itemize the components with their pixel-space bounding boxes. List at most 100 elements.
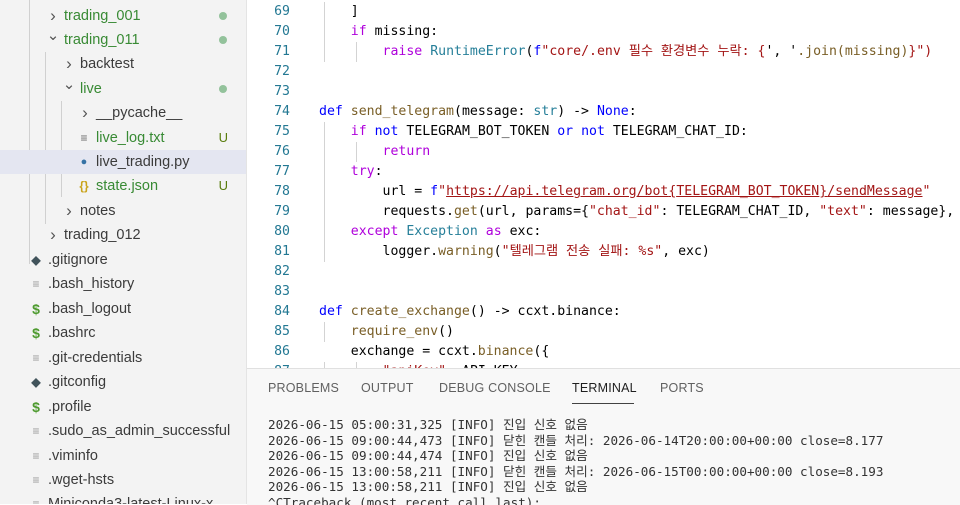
tree-item-label: .bash_history — [48, 272, 134, 296]
line-number: 76 — [247, 142, 290, 162]
tree-item-notes[interactable]: ›notes — [0, 199, 246, 223]
tab-ports[interactable]: PORTS — [660, 381, 704, 395]
indent-guide — [324, 322, 325, 342]
tree-item-trading-011[interactable]: ⌄trading_011 — [0, 28, 246, 52]
tab-output[interactable]: OUTPUT — [361, 381, 414, 395]
terminal-line: 2026-06-15 09:00:44,473 [INFO] 닫힌 캔들 처리:… — [268, 433, 883, 449]
tree-item-state-json[interactable]: {}state.jsonU — [0, 174, 246, 198]
modified-dot-icon — [219, 12, 227, 20]
code-line[interactable]: 79 requests.get(url, params={"chat_id": … — [247, 202, 960, 222]
tree-item-label: backtest — [80, 52, 134, 76]
shell-file-icon: $ — [28, 395, 44, 419]
tree-item-bash-logout[interactable]: $.bash_logout — [0, 297, 246, 321]
line-number: 77 — [247, 162, 290, 182]
indent-guide — [324, 2, 325, 22]
tree-item-label: live_trading.py — [96, 150, 190, 174]
shell-file-icon: $ — [28, 321, 44, 345]
code-text: return — [319, 142, 430, 162]
tree-item-label: .wget-hsts — [48, 468, 114, 492]
code-line[interactable]: 72 — [247, 62, 960, 82]
tree-item-sudo-as-admin-successful[interactable]: ≡.sudo_as_admin_successful — [0, 419, 246, 443]
tree-item-label: Miniconda3-latest-Linux-x — [48, 492, 213, 504]
code-text: if not TELEGRAM_BOT_TOKEN or not TELEGRA… — [319, 122, 748, 142]
code-text: except Exception as exc: — [319, 222, 541, 242]
code-line[interactable]: 70 if missing: — [247, 22, 960, 42]
terminal-line: 2026-06-15 13:00:58,211 [INFO] 진입 신호 없음 — [268, 479, 588, 495]
code-line[interactable]: 86 exchange = ccxt.binance({ — [247, 342, 960, 362]
line-number: 81 — [247, 242, 290, 262]
line-number: 73 — [247, 82, 290, 102]
code-text: try: — [319, 162, 383, 182]
tab-terminal[interactable]: TERMINAL — [572, 381, 637, 395]
tree-item-bashrc[interactable]: $.bashrc — [0, 321, 246, 345]
tree-item-gitignore[interactable]: ◆.gitignore — [0, 248, 246, 272]
code-line[interactable]: 74def send_telegram(message: str) -> Non… — [247, 102, 960, 122]
line-number: 79 — [247, 202, 290, 222]
chevron-right-icon: › — [46, 223, 60, 247]
indent-guide — [324, 242, 325, 262]
line-number: 85 — [247, 322, 290, 342]
code-line[interactable]: 77 try: — [247, 162, 960, 182]
code-line[interactable]: 76 return — [247, 142, 960, 162]
code-text: if missing: — [319, 22, 438, 42]
code-line[interactable]: 78 url = f"https://api.telegram.org/bot{… — [247, 182, 960, 202]
tree-item-label: .gitignore — [48, 248, 108, 272]
code-line[interactable]: 85 require_env() — [247, 322, 960, 342]
code-line[interactable]: 69 ] — [247, 2, 960, 22]
tab-problems[interactable]: PROBLEMS — [268, 381, 339, 395]
code-text: logger.warning("텔레그램 전송 실패: %s", exc) — [319, 242, 710, 262]
tree-item-label: trading_012 — [64, 223, 141, 247]
tree-item-label: live_log.txt — [96, 126, 165, 150]
indent-guide — [324, 202, 325, 222]
line-number: 83 — [247, 282, 290, 302]
tree-item-backtest[interactable]: ›backtest — [0, 52, 246, 76]
code-line[interactable]: 71 raise RuntimeError(f"core/.env 필수 환경변… — [247, 42, 960, 62]
line-number: 78 — [247, 182, 290, 202]
tree-item-live-trading-py[interactable]: ●live_trading.py — [0, 150, 246, 174]
code-line[interactable]: 75 if not TELEGRAM_BOT_TOKEN or not TELE… — [247, 122, 960, 142]
file-icon: ≡ — [28, 468, 44, 492]
active-tab-indicator — [572, 403, 634, 404]
code-line[interactable]: 81 logger.warning("텔레그램 전송 실패: %s", exc) — [247, 242, 960, 262]
code-text: def send_telegram(message: str) -> None: — [319, 102, 637, 122]
tree-item-git-credentials[interactable]: ≡.git-credentials — [0, 346, 246, 370]
line-number: 84 — [247, 302, 290, 322]
code-line[interactable]: 80 except Exception as exc: — [247, 222, 960, 242]
line-number: 69 — [247, 2, 290, 22]
tree-item-bash-history[interactable]: ≡.bash_history — [0, 272, 246, 296]
line-number: 72 — [247, 62, 290, 82]
chevron-right-icon: › — [78, 101, 92, 125]
text-file-icon: ≡ — [76, 126, 92, 150]
line-number: 70 — [247, 22, 290, 42]
tree-item-gitconfig[interactable]: ◆.gitconfig — [0, 370, 246, 394]
tree-item-label: .bash_logout — [48, 297, 131, 321]
tree-item-viminfo[interactable]: ≡.viminfo — [0, 444, 246, 468]
line-number: 75 — [247, 122, 290, 142]
tree-item-live[interactable]: ⌄live — [0, 77, 246, 101]
code-text: url = f"https://api.telegram.org/bot{TEL… — [319, 182, 930, 202]
indent-guide — [324, 142, 325, 162]
tree-item-live-log-txt[interactable]: ≡live_log.txtU — [0, 126, 246, 150]
tree-item-profile[interactable]: $.profile — [0, 395, 246, 419]
tab-debug-console[interactable]: DEBUG CONSOLE — [439, 381, 551, 395]
tree-item-label: .git-credentials — [48, 346, 142, 370]
line-number: 71 — [247, 42, 290, 62]
tree-item-pycache[interactable]: ›__pycache__ — [0, 101, 246, 125]
terminal-line: ^CTraceback (most recent call last): — [268, 495, 541, 505]
indent-guide — [356, 142, 357, 162]
code-line[interactable]: 84def create_exchange() -> ccxt.binance: — [247, 302, 960, 322]
code-line[interactable]: 82 — [247, 262, 960, 282]
tree-item-label: .bashrc — [48, 321, 96, 345]
code-line[interactable]: 73 — [247, 82, 960, 102]
tree-item-trading-001[interactable]: ›trading_001 — [0, 4, 246, 28]
code-line[interactable]: 83 — [247, 282, 960, 302]
file-icon: ≡ — [28, 444, 44, 468]
chevron-down-icon: ⌄ — [46, 24, 60, 48]
tree-item-trading-012[interactable]: ›trading_012 — [0, 223, 246, 247]
indent-guide — [324, 122, 325, 142]
terminal-line: 2026-06-15 13:00:58,211 [INFO] 닫힌 캔들 처리:… — [268, 464, 883, 480]
tree-item-miniconda3-latest-linux-x[interactable]: ≡Miniconda3-latest-Linux-x — [0, 492, 246, 504]
code-editor[interactable]: 69 ]70 if missing:71 raise RuntimeError(… — [247, 0, 960, 368]
tree-item-wget-hsts[interactable]: ≡.wget-hsts — [0, 468, 246, 492]
chevron-down-icon: ⌄ — [62, 73, 76, 97]
